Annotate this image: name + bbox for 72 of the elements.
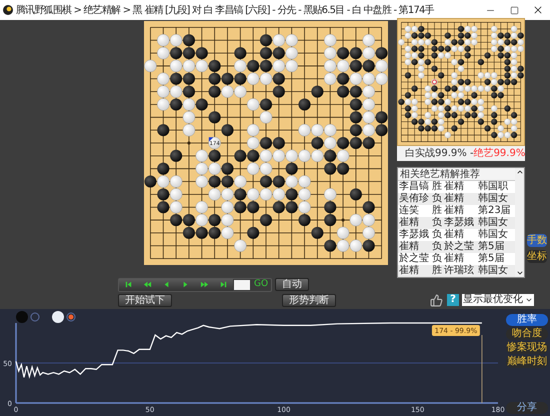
event-name: 第5届 <box>478 241 504 253</box>
analysis-tab[interactable]: 惨案现场 <box>506 342 548 354</box>
player-name: 吴侑珍 <box>398 193 430 205</box>
target-icon[interactable] <box>66 312 76 322</box>
player-name: 崔精 <box>444 229 465 240</box>
scrollbar[interactable] <box>515 168 524 277</box>
try-moves-button[interactable]: 开始试下 <box>118 294 172 307</box>
list-row[interactable]: 崔精 负 李瑟娥 韩国女 <box>398 217 515 229</box>
event-name: 韩国女 <box>478 229 508 241</box>
skip-back-icon <box>124 280 133 290</box>
event-name: 韩国女 <box>478 217 508 228</box>
fast-forward-icon <box>200 280 209 290</box>
player-name: 李昌镐 <box>398 181 430 193</box>
game-result: 负 <box>432 229 443 241</box>
player-name: 於之莹 <box>398 253 430 264</box>
game-result: 胜 <box>432 265 443 277</box>
player-name: 崔精 <box>444 181 465 192</box>
scroll-up-icon[interactable] <box>516 168 524 176</box>
skip-forward-icon <box>219 280 228 290</box>
analysis-tab[interactable]: 吻合度 <box>506 328 548 340</box>
close-icon <box>532 4 544 16</box>
auto-play-button[interactable]: 自动 <box>275 278 310 292</box>
analysis-tab[interactable]: 胜率 <box>506 314 548 326</box>
variation-select[interactable]: 显示最优变化 <box>462 294 534 306</box>
event-name: 韩国女 <box>478 193 508 205</box>
game-result: 负 <box>432 217 443 229</box>
player-name: 崔精 <box>398 265 420 277</box>
move-number-field[interactable] <box>234 280 250 290</box>
game-result: 负 <box>432 253 443 264</box>
mini-board[interactable] <box>398 19 524 145</box>
actual-score: 白实战99.9% - <box>405 146 474 161</box>
list-row[interactable]: 崔精 负 於之莹 第5届 <box>398 241 515 253</box>
ring-icon[interactable] <box>30 312 40 322</box>
analysis-tab[interactable]: 巅峰时刻 <box>506 356 548 368</box>
logo-icon <box>3 5 13 15</box>
player-name: 崔精 <box>398 217 420 228</box>
maximize-icon <box>510 6 518 14</box>
scroll-down-icon[interactable] <box>516 269 524 277</box>
toggle-button[interactable]: 坐标 <box>527 250 547 263</box>
game-result: 胜 <box>432 205 443 217</box>
game-result: 负 <box>432 241 443 253</box>
player-name: 许瑞玹 <box>444 265 475 277</box>
game-result: 负 <box>432 193 443 204</box>
player-name: 於之莹 <box>444 241 475 252</box>
player-name: 崔精 <box>398 241 420 252</box>
event-name: 韩国职 <box>478 181 508 192</box>
go-button[interactable]: GO <box>251 278 272 292</box>
player-name: 崔精 <box>444 253 465 264</box>
player-name: 李瑟娥 <box>398 229 430 240</box>
event-name: 第23届 <box>478 205 511 216</box>
share-button[interactable]: 分享 <box>506 402 548 414</box>
player-name: 崔精 <box>444 193 465 204</box>
list-row[interactable]: 吴侑珍 负 崔精 韩国女 <box>398 193 515 205</box>
toggle-button[interactable]: 手数 <box>527 234 547 247</box>
play-icon <box>181 280 190 290</box>
rewind-icon <box>143 280 152 290</box>
player-name: 崔精 <box>444 205 465 216</box>
player-name: 李瑟娥 <box>444 217 475 228</box>
step-back-icon <box>162 280 171 290</box>
nav-button[interactable] <box>214 278 233 291</box>
list-row[interactable]: 崔精 胜 许瑞玹 韩国女 <box>398 265 515 277</box>
window-title: 腾讯野狐围棋 > 绝艺精解 > 黑 崔精 [九段] 对 白 李昌镐 [六段] - 分先 - 黑贴6.5目 - 白 中盘胜 - 第174手 <box>16 4 434 18</box>
nav-button[interactable] <box>119 278 138 291</box>
judge-button[interactable]: 形势判断 <box>282 294 336 307</box>
game-result: 胜 <box>432 181 443 193</box>
event-name: 第5届 <box>478 253 504 264</box>
event-name: 韩国女 <box>478 265 508 277</box>
stone-icon[interactable] <box>52 311 64 323</box>
list-header: 相关绝艺精解推荐 <box>398 168 515 181</box>
thumbs-up-icon[interactable] <box>430 294 443 307</box>
player-name: 连笑 <box>398 205 420 216</box>
ai-score: 绝艺99.9% <box>474 146 526 161</box>
